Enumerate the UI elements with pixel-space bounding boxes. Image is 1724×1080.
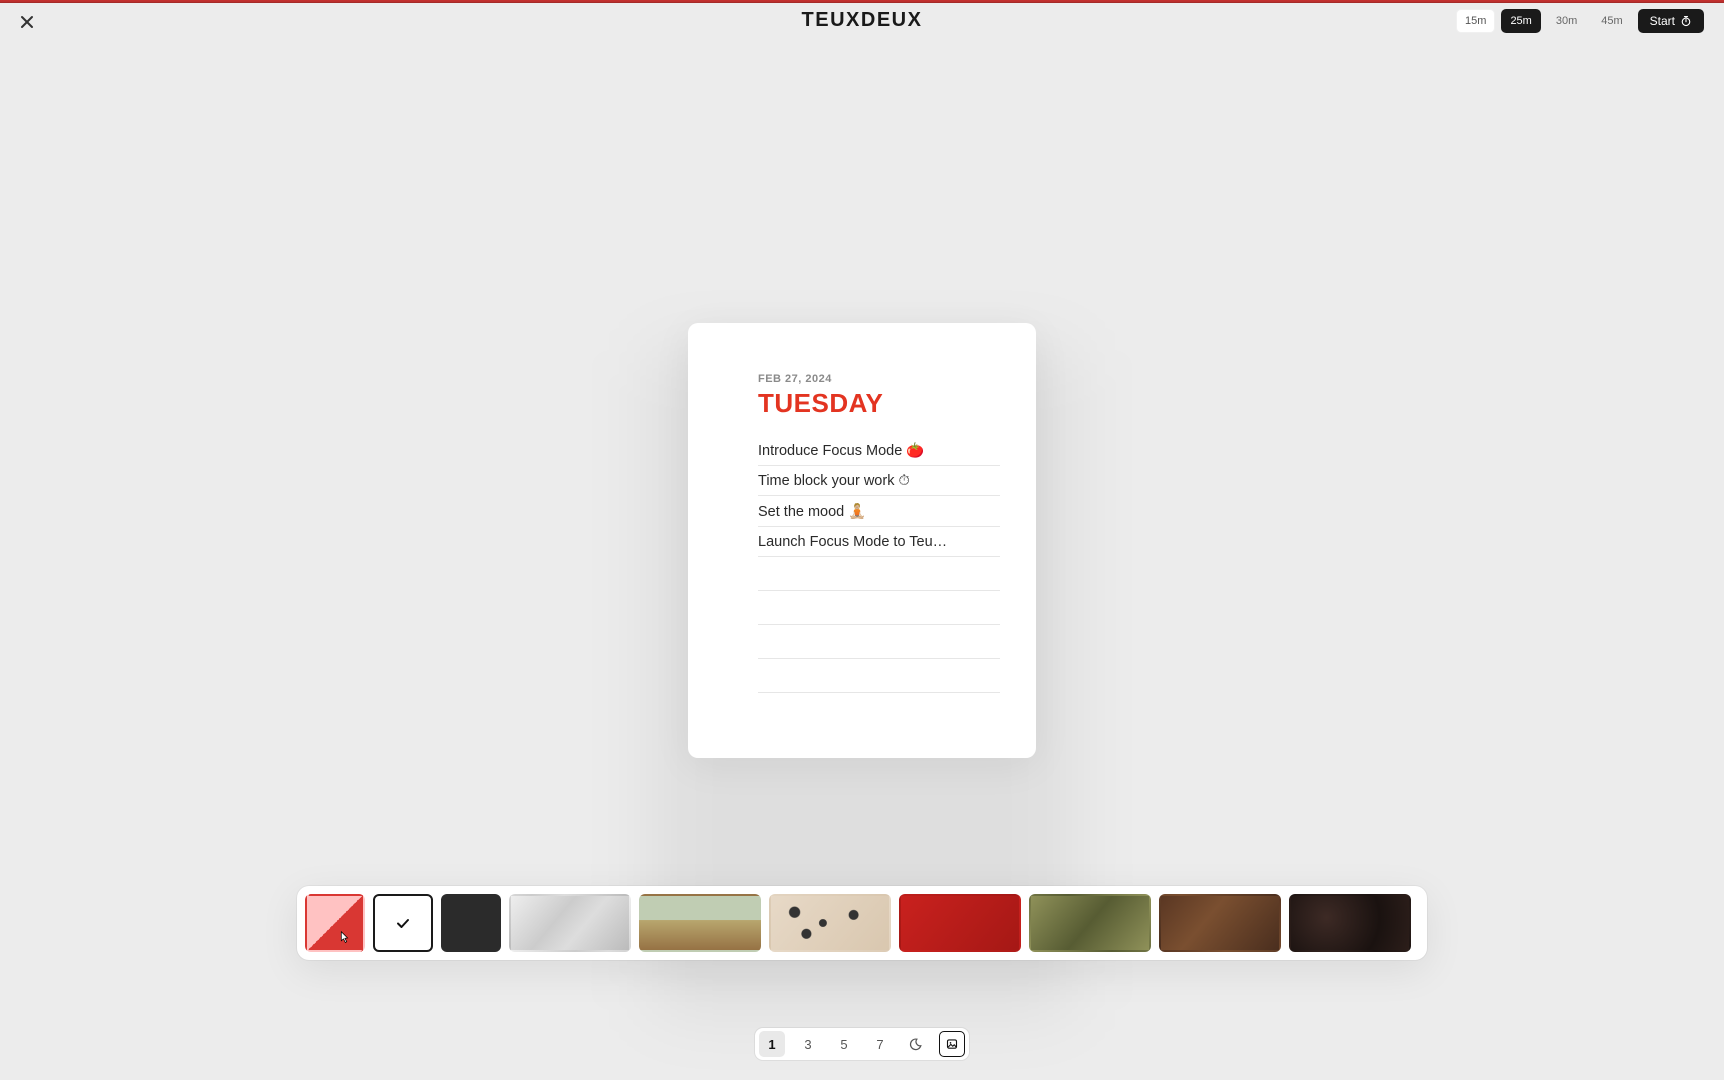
task-item-empty[interactable]: [758, 659, 1000, 693]
focus-card: FEB 27, 2024 TUESDAY Introduce Focus Mod…: [688, 323, 1036, 758]
theme-swatch-dark-organic[interactable]: [1289, 894, 1411, 952]
start-button[interactable]: Start: [1638, 9, 1704, 33]
theme-tray: [297, 886, 1427, 960]
view-count-5[interactable]: 5: [831, 1031, 857, 1057]
brand-wordmark: TEUXDEUX: [802, 9, 923, 32]
top-bar: TEUXDEUX 15m 25m 30m 45m Start: [0, 3, 1724, 45]
close-icon: [20, 15, 34, 29]
view-count-7[interactable]: 7: [867, 1031, 893, 1057]
timer-option-15m[interactable]: 15m: [1456, 9, 1495, 33]
image-icon: [946, 1036, 958, 1052]
task-item[interactable]: Time block your work ⏱: [758, 466, 1000, 496]
close-button[interactable]: [20, 15, 38, 33]
theme-swatch-red[interactable]: [899, 894, 1021, 952]
task-list: Introduce Focus Mode 🍅 Time block your w…: [758, 435, 1000, 693]
theme-swatch-desk[interactable]: [769, 894, 891, 952]
card-date: FEB 27, 2024: [758, 373, 1000, 385]
theme-swatch-earth[interactable]: [1159, 894, 1281, 952]
task-item-empty[interactable]: [758, 591, 1000, 625]
theme-swatch-horizon[interactable]: [639, 894, 761, 952]
theme-swatch-fabric[interactable]: [509, 894, 631, 952]
timer-option-25m[interactable]: 25m: [1501, 9, 1540, 33]
pointer-cursor-icon: [335, 929, 353, 947]
bottom-control-bar: 1 3 5 7: [755, 1028, 969, 1060]
view-count-1[interactable]: 1: [759, 1031, 785, 1057]
task-item-empty[interactable]: [758, 557, 1000, 591]
start-label: Start: [1650, 14, 1675, 28]
task-item-empty[interactable]: [758, 625, 1000, 659]
view-count-3[interactable]: 3: [795, 1031, 821, 1057]
moon-icon: [909, 1036, 923, 1052]
card-day: TUESDAY: [758, 388, 1000, 419]
theme-swatch-red-split[interactable]: [305, 894, 365, 952]
task-item[interactable]: Set the mood 🧘🏼: [758, 496, 1000, 527]
timer-group: 15m 25m 30m 45m Start: [1456, 9, 1704, 33]
task-item[interactable]: Introduce Focus Mode 🍅: [758, 435, 1000, 466]
background-picker-toggle[interactable]: [939, 1031, 965, 1057]
theme-swatch-white[interactable]: [373, 894, 433, 952]
dark-mode-toggle[interactable]: [903, 1031, 929, 1057]
timer-option-45m[interactable]: 45m: [1592, 9, 1631, 33]
theme-swatch-meadow[interactable]: [1029, 894, 1151, 952]
task-item[interactable]: Launch Focus Mode to Teu…: [758, 527, 1000, 557]
check-icon: [375, 896, 431, 950]
theme-swatch-black[interactable]: [441, 894, 501, 952]
stopwatch-icon: [1680, 15, 1692, 27]
timer-option-30m[interactable]: 30m: [1547, 9, 1586, 33]
